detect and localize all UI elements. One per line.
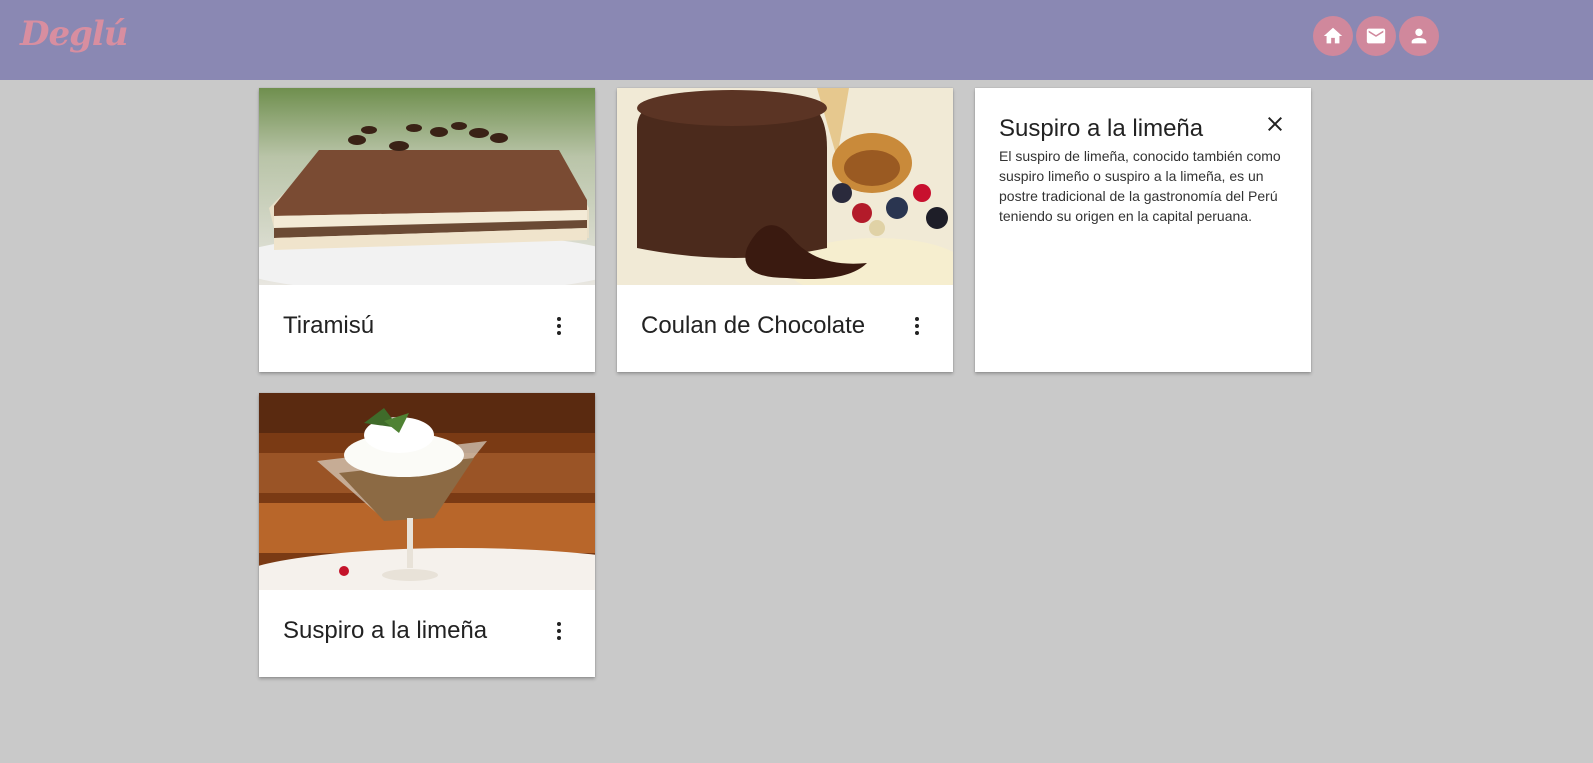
reveal-description: El suspiro de limeña, conocido también c… [999, 148, 1281, 224]
more-vert-icon [557, 317, 561, 335]
card-title: Suspiro a la limeña [283, 617, 488, 644]
profile-button[interactable] [1399, 16, 1439, 56]
reveal-title: Suspiro a la limeña [999, 115, 1204, 142]
tiramisu-image[interactable] [259, 88, 595, 285]
suspiro-image[interactable] [259, 393, 595, 590]
more-options-button[interactable] [547, 314, 571, 338]
dessert-card[interactable]: Suspiro a la limeña [259, 393, 595, 677]
home-button[interactable] [1313, 16, 1353, 56]
dessert-card[interactable]: Tiramisú [259, 88, 595, 372]
card-title: Coulan de Chocolate [641, 312, 866, 339]
more-vert-icon [915, 317, 919, 335]
card-title: Tiramisú [283, 312, 375, 339]
chocolate-coulant-image[interactable] [617, 88, 953, 285]
close-icon [1268, 117, 1282, 131]
more-options-button[interactable] [547, 619, 571, 643]
dessert-card[interactable]: Coulan de Chocolate [617, 88, 953, 372]
close-button[interactable] [1263, 112, 1287, 136]
navbar: Deglú [0, 0, 1593, 80]
more-vert-icon [557, 622, 561, 640]
home-icon [1323, 27, 1343, 44]
more-options-button[interactable] [905, 314, 929, 338]
mail-button[interactable] [1356, 16, 1396, 56]
mail-icon [1366, 28, 1386, 44]
logo[interactable]: Deglú [20, 14, 129, 54]
card-reveal: Suspiro a la limeña El suspiro de limeña… [975, 88, 1311, 372]
user-icon [1411, 28, 1427, 44]
